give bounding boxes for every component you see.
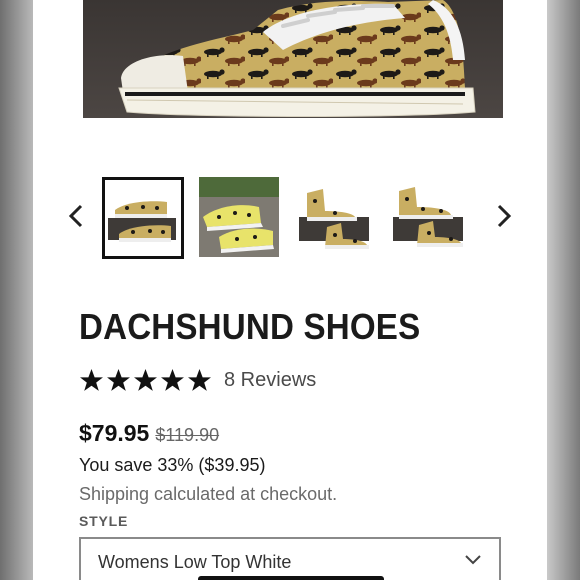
chevron-right-icon bbox=[497, 204, 512, 228]
thumbnail-high-top-boxed-dark[interactable] bbox=[389, 177, 469, 257]
price-row: $79.95 $119.90 bbox=[79, 420, 219, 447]
compare-at-price: $119.90 bbox=[155, 425, 220, 445]
shipping-link[interactable]: Shipping calculated at checkout. bbox=[79, 484, 337, 504]
star-icon bbox=[80, 369, 103, 391]
product-title: DACHSHUND SHOES bbox=[79, 306, 421, 347]
reviews-link[interactable]: 8 Reviews bbox=[224, 369, 316, 392]
shipping-note: Shipping calculated at checkout. bbox=[79, 484, 337, 505]
product-rating: 8 Reviews bbox=[79, 368, 316, 393]
hero-shoe-illustration bbox=[118, 0, 476, 117]
carousel-next-button[interactable] bbox=[491, 201, 517, 231]
carousel-prev-button[interactable] bbox=[63, 201, 89, 231]
product-page: DACHSHUND SHOES 8 Reviews $79.95 $119.90… bbox=[33, 0, 547, 580]
thumbnail-worn-outdoors[interactable] bbox=[199, 177, 279, 257]
background-right bbox=[547, 0, 580, 580]
style-select-value: Womens Low Top White bbox=[98, 552, 292, 572]
star-rating bbox=[79, 368, 212, 393]
thumbnail-carousel bbox=[33, 175, 547, 261]
star-icon bbox=[134, 369, 157, 391]
sale-price: $79.95 bbox=[79, 420, 150, 446]
main-product-image bbox=[33, 0, 547, 140]
add-to-cart-button-edge[interactable] bbox=[198, 576, 384, 580]
background-left bbox=[0, 0, 33, 580]
savings-text: You save 33% ($39.95) bbox=[79, 455, 266, 475]
thumbnail-low-top-boxed[interactable] bbox=[102, 177, 184, 259]
chevron-left-icon bbox=[68, 204, 83, 228]
star-icon bbox=[161, 369, 184, 391]
style-select[interactable]: Womens Low Top White bbox=[79, 537, 501, 580]
chevron-down-icon bbox=[465, 555, 481, 565]
thumbnail-high-top-boxed-front[interactable] bbox=[295, 177, 375, 257]
star-icon bbox=[107, 369, 130, 391]
style-label: STYLE bbox=[79, 513, 129, 529]
star-icon bbox=[188, 369, 211, 391]
